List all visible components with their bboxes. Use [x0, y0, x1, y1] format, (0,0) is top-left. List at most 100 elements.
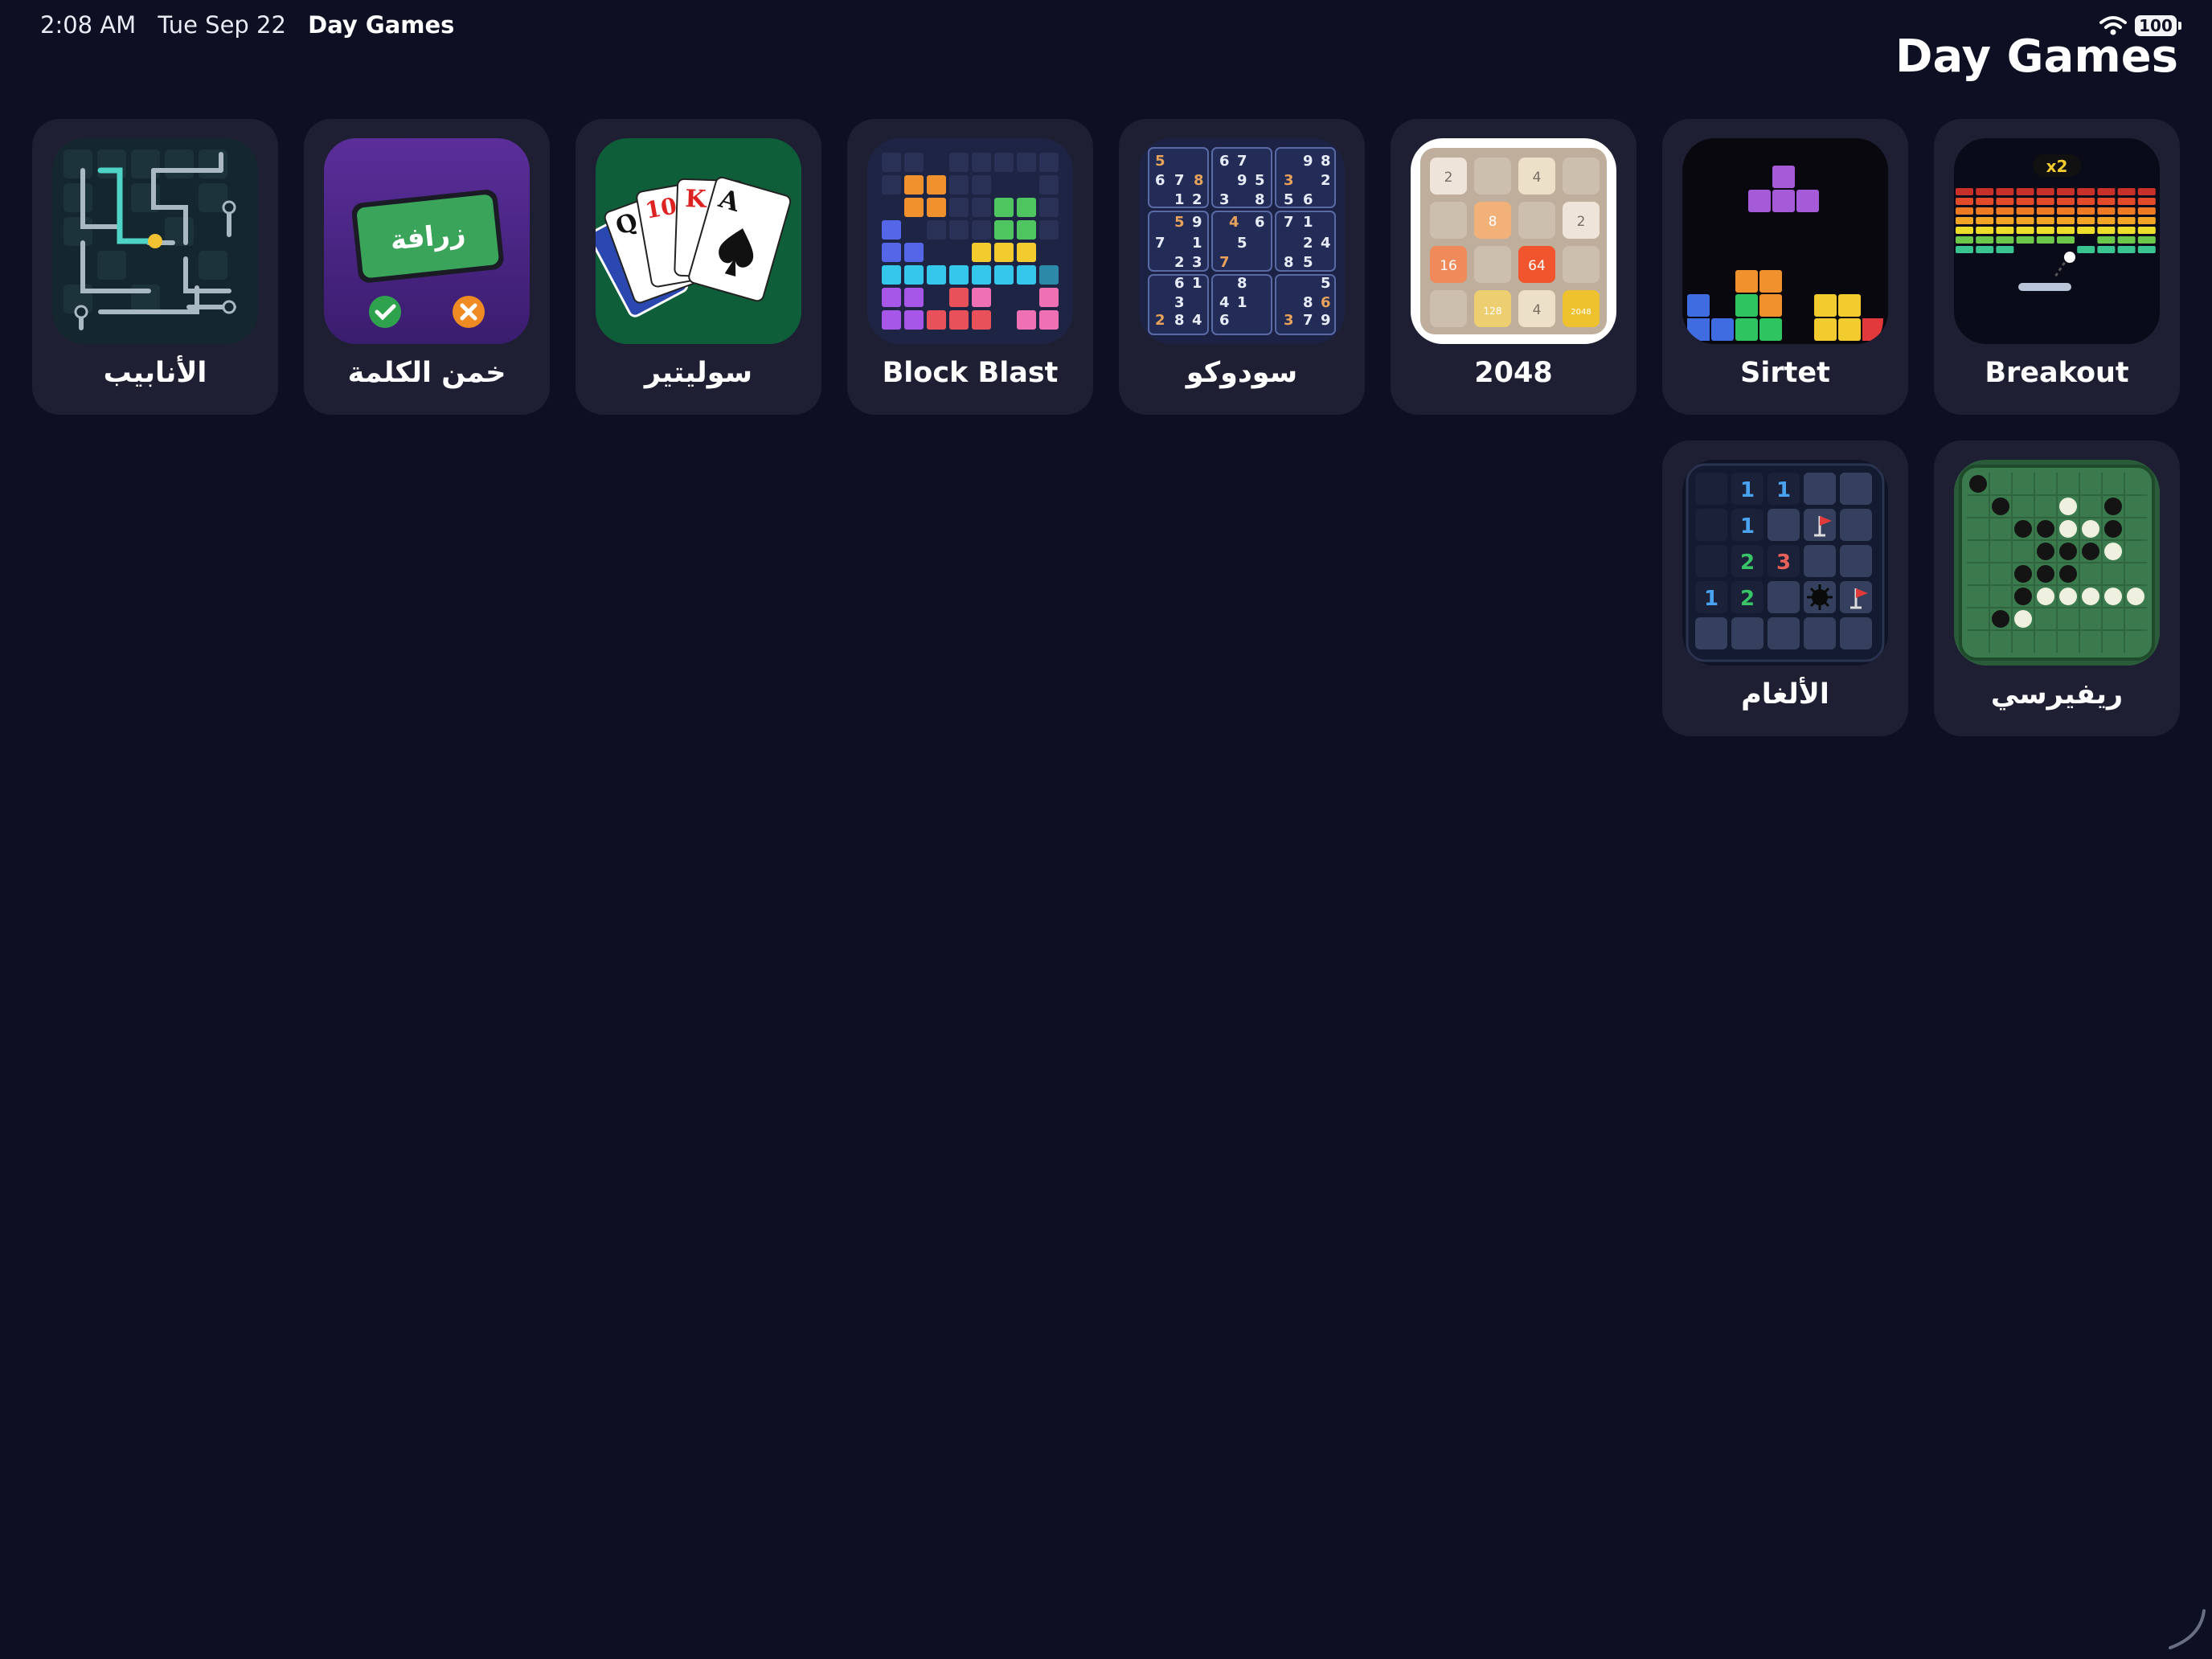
svg-text:6: 6 — [1321, 294, 1331, 311]
black-disc — [2037, 565, 2054, 583]
status-time: 2:08 AM — [40, 11, 137, 39]
brick — [1996, 198, 2014, 205]
game-card-pipes[interactable]: الأنابيب — [32, 119, 278, 415]
svg-text:7: 7 — [1155, 235, 1165, 252]
brick — [2137, 246, 2156, 253]
black-disc — [1992, 610, 2009, 628]
white-disc — [2127, 588, 2144, 605]
brick — [1956, 198, 1973, 205]
brick — [2057, 227, 2075, 234]
brick — [2117, 246, 2136, 253]
brick — [2117, 217, 2136, 224]
game-card-guess-word[interactable]: زرافة خمن الكلمة — [304, 119, 550, 415]
reversi-icon — [1954, 460, 2160, 666]
black-disc — [2014, 588, 2032, 605]
svg-text:7: 7 — [1237, 153, 1247, 170]
svg-text:9: 9 — [1237, 172, 1247, 189]
svg-text:5: 5 — [1155, 153, 1165, 170]
tile-value: 4 — [1533, 302, 1542, 318]
svg-text:3: 3 — [1284, 312, 1294, 329]
svg-text:1: 1 — [1174, 191, 1185, 208]
svg-text:6: 6 — [1219, 312, 1230, 329]
game-card-block-blast[interactable]: Block Blast — [847, 119, 1093, 415]
svg-text:8: 8 — [1194, 172, 1204, 189]
brick — [2016, 217, 2034, 224]
black-disc — [2014, 520, 2032, 538]
tile-2048 — [1474, 158, 1511, 195]
black-disc — [2037, 520, 2054, 538]
svg-text:4: 4 — [1229, 214, 1239, 231]
tile-2048 — [1430, 202, 1467, 239]
resize-handle-icon — [2169, 1609, 2206, 1649]
svg-text:9: 9 — [1303, 153, 1313, 170]
brick — [1976, 198, 1994, 205]
brick — [2057, 207, 2075, 215]
tile-2048 — [1563, 158, 1600, 195]
game-card-sirtet[interactable]: Sirtet — [1662, 119, 1908, 415]
brick — [2117, 207, 2136, 215]
tile-value: 128 — [1484, 305, 1502, 317]
mine-count: 2 — [1740, 551, 1755, 575]
svg-text:2: 2 — [1321, 172, 1331, 189]
brick — [2117, 236, 2136, 244]
svg-text:8: 8 — [1303, 294, 1313, 311]
brick — [2137, 217, 2156, 224]
tile-value: 64 — [1528, 258, 1546, 274]
game-card-breakout[interactable]: x2 Breakout — [1934, 119, 2180, 415]
breakout-icon: x2 — [1954, 138, 2160, 344]
tile-value: 4 — [1533, 170, 1542, 186]
block-blast-icon — [867, 138, 1073, 344]
white-disc — [2014, 610, 2032, 628]
tile-2048 — [1430, 290, 1467, 327]
brick — [2077, 217, 2095, 224]
game-card-solitaire[interactable]: Q 10 K A سوليتير — [576, 119, 821, 415]
svg-text:5: 5 — [1321, 275, 1331, 292]
status-app-name: Day Games — [308, 11, 455, 39]
game-label: الألغام — [1741, 678, 1829, 711]
tile-2048 — [1563, 246, 1600, 283]
brick — [2036, 188, 2054, 195]
white-disc — [2059, 520, 2077, 538]
svg-text:8: 8 — [1237, 275, 1247, 292]
game-card-2048[interactable]: 2 4 8 2 16 64 128 4 2048 2048 — [1391, 119, 1636, 415]
brick — [2057, 198, 2075, 205]
mine-count: 1 — [1740, 514, 1755, 539]
game-label: خمن الكلمة — [347, 357, 506, 389]
black-disc — [1992, 498, 2009, 515]
tile-value: 2 — [1577, 214, 1586, 230]
game-card-reversi[interactable]: ريفيرسي — [1934, 440, 2180, 736]
svg-text:4: 4 — [1192, 312, 1202, 329]
game-label: الأنابيب — [103, 357, 207, 389]
brick — [1956, 217, 1973, 224]
brick — [2097, 236, 2116, 244]
brick — [2016, 198, 2034, 205]
brick — [1956, 246, 1973, 253]
brick — [1996, 217, 2014, 224]
brick — [2016, 207, 2034, 215]
black-disc — [2059, 565, 2077, 583]
brick — [2137, 198, 2156, 205]
svg-text:1: 1 — [1192, 275, 1202, 292]
black-disc — [2082, 543, 2099, 560]
svg-text:6: 6 — [1219, 153, 1230, 170]
tile-2048 — [1518, 202, 1555, 239]
game-label: Breakout — [1985, 357, 2129, 389]
game-card-sudoku[interactable]: 583 547 362 6798 67952 123856 9671 71524… — [1119, 119, 1365, 415]
brick — [1976, 236, 1994, 244]
white-disc — [2104, 543, 2122, 560]
svg-text:6: 6 — [1303, 191, 1313, 208]
brick — [2077, 188, 2095, 195]
brick — [2097, 246, 2116, 253]
brick — [2097, 198, 2116, 205]
svg-text:9: 9 — [1192, 214, 1202, 231]
brick — [2137, 227, 2156, 234]
svg-text:4: 4 — [1321, 235, 1331, 252]
brick — [2016, 188, 2034, 195]
brick — [2077, 246, 2095, 253]
game-label: Block Blast — [882, 357, 1059, 389]
svg-text:3: 3 — [1192, 254, 1202, 271]
game-card-minesweeper[interactable]: 1 1 1 2 3 1 2 الألغام — [1662, 440, 1908, 736]
brick — [2036, 198, 2054, 205]
svg-text:9: 9 — [1321, 312, 1331, 329]
black-disc — [2059, 543, 2077, 560]
